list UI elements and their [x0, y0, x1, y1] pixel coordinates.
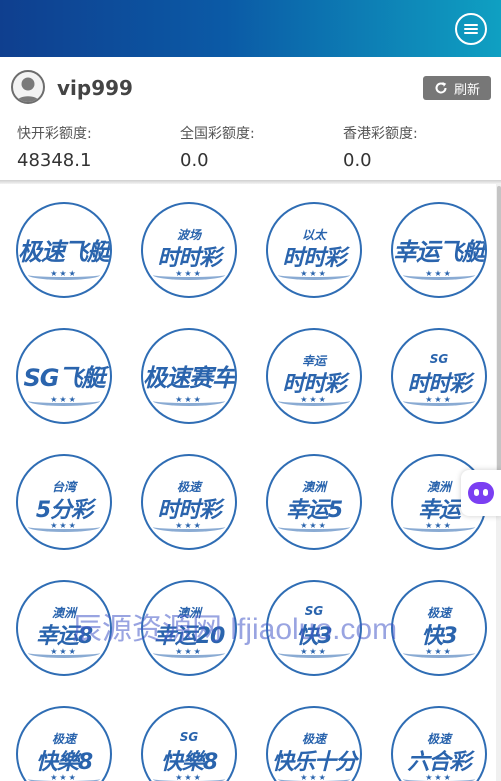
- balance-panel: 快开彩额度: 48348.1 全国彩额度: 0.0 香港彩额度: 0.0: [0, 119, 501, 181]
- refresh-icon: [435, 82, 447, 94]
- username: vip999: [57, 76, 133, 100]
- game-tile[interactable]: 极速 时时彩 ★★★: [141, 454, 237, 550]
- game-title: 时时彩: [282, 372, 346, 397]
- game-title: 幸运20: [153, 624, 226, 649]
- game-title: 快3: [296, 624, 332, 649]
- game-title: 幸运5: [285, 498, 343, 523]
- game-tile[interactable]: 极速赛车 ★★★: [141, 328, 237, 424]
- game-tile[interactable]: 极速 六合彩 ★★★: [391, 706, 487, 781]
- stars-decoration: ★★★: [300, 269, 328, 278]
- balance-label: 快开彩额度:: [17, 126, 92, 142]
- stars-decoration: ★★★: [425, 647, 453, 656]
- game-tile[interactable]: 极速飞艇 ★★★: [16, 202, 112, 298]
- game-title: 5分彩: [35, 498, 93, 523]
- game-title: 极速赛车: [143, 364, 235, 392]
- game-title: 快3: [421, 624, 457, 649]
- stars-decoration: ★★★: [425, 521, 453, 530]
- game-title: 极速飞艇: [18, 238, 110, 266]
- game-tile[interactable]: 幸运飞艇 ★★★: [391, 202, 487, 298]
- game-subtitle: SG: [304, 604, 324, 618]
- balance-value: 0.0: [180, 150, 209, 171]
- game-title: 快乐十分: [271, 750, 357, 775]
- game-tile[interactable]: SG 时时彩 ★★★: [391, 328, 487, 424]
- menu-button[interactable]: [455, 13, 487, 45]
- game-tile[interactable]: SG 快樂8 ★★★: [141, 706, 237, 781]
- avatar: [11, 70, 45, 104]
- stars-decoration: ★★★: [50, 647, 78, 656]
- game-title: 时时彩: [407, 372, 471, 397]
- game-tile[interactable]: 极速 快樂8 ★★★: [16, 706, 112, 781]
- game-tile[interactable]: 极速 快3 ★★★: [391, 580, 487, 676]
- chat-icon: [468, 482, 494, 504]
- game-tile[interactable]: 幸运 时时彩 ★★★: [266, 328, 362, 424]
- stars-decoration: ★★★: [50, 773, 78, 781]
- stars-decoration: ★★★: [175, 269, 203, 278]
- game-title: 快樂8: [160, 750, 218, 775]
- game-tile[interactable]: SG飞艇 ★★★: [16, 328, 112, 424]
- stars-decoration: ★★★: [50, 395, 78, 404]
- balance-quanguo: 全国彩额度: 0.0: [180, 123, 255, 171]
- stars-decoration: ★★★: [300, 395, 328, 404]
- balance-label: 全国彩额度:: [180, 126, 255, 142]
- game-title: 六合彩: [407, 750, 471, 775]
- stars-decoration: ★★★: [50, 521, 78, 530]
- refresh-button[interactable]: 刷新: [423, 76, 491, 100]
- stars-decoration: ★★★: [300, 521, 328, 530]
- game-tile[interactable]: 澳洲 幸运5 ★★★: [266, 454, 362, 550]
- stars-decoration: ★★★: [175, 773, 203, 781]
- game-title: SG飞艇: [23, 364, 106, 392]
- top-bar: [0, 0, 501, 57]
- game-title: 时时彩: [157, 246, 221, 271]
- game-subtitle: SG: [429, 352, 449, 366]
- game-tile[interactable]: 极速 快乐十分 ★★★: [266, 706, 362, 781]
- stars-decoration: ★★★: [300, 647, 328, 656]
- stars-decoration: ★★★: [175, 647, 203, 656]
- game-title: 时时彩: [282, 246, 346, 271]
- menu-icon: [464, 24, 478, 34]
- scrollbar-thumb[interactable]: [497, 186, 501, 486]
- chat-float-button[interactable]: [461, 470, 501, 516]
- game-title: 时时彩: [157, 498, 221, 523]
- stars-decoration: ★★★: [425, 773, 453, 781]
- game-title: 幸运飞艇: [393, 238, 485, 266]
- balance-value: 48348.1: [17, 150, 92, 171]
- game-tile[interactable]: 台湾 5分彩 ★★★: [16, 454, 112, 550]
- user-icon: [16, 77, 40, 102]
- balance-value: 0.0: [343, 150, 372, 171]
- stars-decoration: ★★★: [50, 269, 78, 278]
- game-tile[interactable]: 澳洲 幸运8 ★★★: [16, 580, 112, 676]
- game-tile[interactable]: 澳洲 幸运20 ★★★: [141, 580, 237, 676]
- balance-label: 香港彩额度:: [343, 126, 418, 142]
- stars-decoration: ★★★: [300, 773, 328, 781]
- user-row: vip999 刷新: [0, 57, 501, 119]
- stars-decoration: ★★★: [425, 269, 453, 278]
- balance-xianggang: 香港彩额度: 0.0: [343, 123, 418, 171]
- game-title: 快樂8: [35, 750, 93, 775]
- stars-decoration: ★★★: [175, 395, 203, 404]
- stars-decoration: ★★★: [175, 521, 203, 530]
- game-subtitle: SG: [179, 730, 199, 744]
- game-grid: 极速飞艇 ★★★ 波场 时时彩 ★★★ 以太 时时彩 ★★★ 幸运飞艇 ★★★ SG飞艇 ★★★ 极速赛…: [0, 184, 496, 781]
- game-tile[interactable]: 波场 时时彩 ★★★: [141, 202, 237, 298]
- game-title: 幸运8: [35, 624, 93, 649]
- game-tile[interactable]: SG 快3 ★★★: [266, 580, 362, 676]
- refresh-label: 刷新: [453, 82, 480, 98]
- game-tile[interactable]: 以太 时时彩 ★★★: [266, 202, 362, 298]
- stars-decoration: ★★★: [425, 395, 453, 404]
- balance-kuaikai: 快开彩额度: 48348.1: [17, 123, 92, 171]
